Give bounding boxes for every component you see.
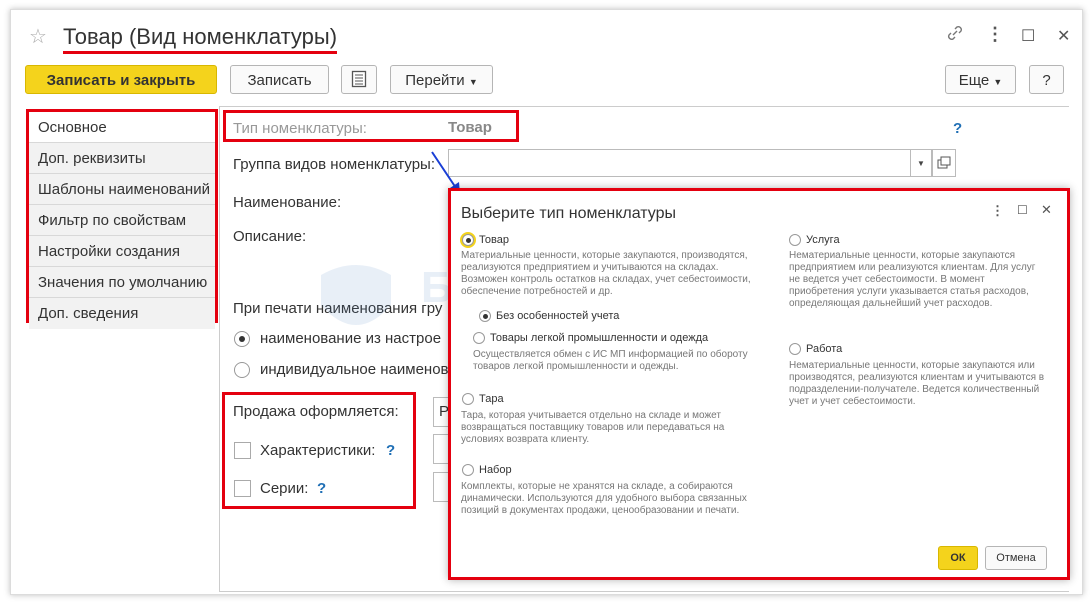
dialog-maximize-icon[interactable]: ☐ — [1017, 203, 1028, 217]
sidebar-item-defaults[interactable]: Значения по умолчанию — [29, 267, 215, 298]
work-label: Работа — [806, 343, 843, 355]
individual-name-radio[interactable] — [234, 362, 250, 378]
series-label: Серии: — [260, 480, 309, 497]
sidebar-item-extra-attributes[interactable]: Доп. реквизиты — [29, 143, 215, 174]
more-button[interactable]: Еще ▼ — [945, 65, 1016, 94]
sidebar: Основное Доп. реквизиты Шаблоны наименов… — [26, 109, 218, 329]
sidebar-item-property-filter[interactable]: Фильтр по свойствам — [29, 205, 215, 236]
group-label: Группа видов номенклатуры: — [233, 156, 436, 173]
print-name-label: При печати наименования гру — [233, 300, 443, 317]
no-special-accounting-label: Без особенностей учета — [496, 310, 620, 322]
chevron-down-icon: ▼ — [993, 77, 1003, 87]
main-window: ☆ Товар (Вид номенклатуры) ⋮ ☐ ✕ Записат… — [10, 9, 1083, 595]
group-open-button[interactable] — [932, 149, 956, 177]
light-industry-radio[interactable] — [473, 332, 485, 344]
group-dropdown-button[interactable]: ▼ — [910, 149, 932, 177]
kit-radio[interactable] — [462, 464, 474, 476]
maximize-icon[interactable]: ☐ — [1021, 26, 1035, 46]
work-description: Нематериальные ценности, которые закупаю… — [789, 360, 1045, 407]
type-label: Тип номенклатуры: — [233, 120, 367, 137]
description-label: Описание: — [233, 228, 307, 245]
goods-label: Товар — [479, 234, 509, 246]
dialog-close-icon[interactable]: ✕ — [1041, 202, 1052, 218]
work-radio[interactable] — [789, 343, 801, 355]
sidebar-item-main[interactable]: Основное — [29, 112, 215, 143]
group-input[interactable] — [448, 149, 911, 177]
goods-radio[interactable] — [462, 234, 474, 246]
light-industry-description: Осуществляется обмен с ИС МП информацией… — [473, 349, 748, 372]
chevron-down-icon: ▼ — [468, 77, 478, 87]
name-from-settings-label: наименование из настрое — [260, 330, 442, 347]
save-and-close-button[interactable]: Записать и закрыть — [25, 65, 217, 94]
service-description: Нематериальные ценности, которые закупаю… — [789, 250, 1036, 309]
container-label: Тара — [479, 393, 504, 405]
characteristics-help-link[interactable]: ? — [386, 442, 395, 459]
characteristics-label: Характеристики: — [260, 442, 376, 459]
sidebar-item-extra-info[interactable]: Доп. сведения — [29, 298, 215, 329]
open-window-icon — [937, 156, 951, 169]
goto-button[interactable]: Перейти ▼ — [390, 65, 493, 94]
type-value: Товар — [448, 119, 492, 136]
goods-description: Материальные ценности, которые закупаютс… — [461, 250, 751, 297]
cancel-button[interactable]: Отмена — [985, 546, 1047, 570]
service-radio[interactable] — [789, 234, 801, 246]
close-icon[interactable]: ✕ — [1057, 26, 1070, 46]
kit-label: Набор — [479, 464, 512, 476]
kit-description: Комплекты, которые не хранятся на складе… — [461, 481, 747, 516]
favorite-star-icon[interactable]: ☆ — [29, 24, 47, 49]
document-list-icon — [351, 70, 367, 88]
dialog-title: Выберите тип номенклатуры — [461, 205, 677, 222]
ok-button[interactable]: ОК — [938, 546, 978, 570]
link-icon[interactable] — [946, 24, 964, 47]
window-title: Товар (Вид номенклатуры) — [63, 23, 338, 54]
no-special-accounting-radio[interactable] — [479, 310, 491, 322]
characteristics-checkbox[interactable] — [234, 442, 251, 459]
light-industry-label: Товары легкой промышленности и одежда — [490, 332, 709, 344]
more-label: Еще — [958, 72, 990, 89]
report-button[interactable] — [341, 65, 377, 94]
series-checkbox[interactable] — [234, 480, 251, 497]
type-help-link[interactable]: ? — [953, 120, 962, 137]
service-label: Услуга — [806, 234, 840, 246]
goto-label: Перейти — [405, 72, 465, 89]
container-description: Тара, которая учитывается отдельно на ск… — [461, 410, 725, 445]
select-type-dialog: Выберите тип номенклатуры ⋮ ☐ ✕ Товар Ма… — [448, 188, 1070, 580]
individual-name-label: индивидуальное наименов — [260, 361, 449, 378]
help-button[interactable]: ? — [1029, 65, 1064, 94]
sidebar-item-creation-settings[interactable]: Настройки создания — [29, 236, 215, 267]
sale-label: Продажа оформляется: — [233, 403, 399, 420]
more-menu-icon[interactable]: ⋮ — [986, 24, 1004, 45]
save-button[interactable]: Записать — [230, 65, 329, 94]
dialog-more-icon[interactable]: ⋮ — [991, 203, 1004, 219]
name-label: Наименование: — [233, 194, 342, 211]
container-radio[interactable] — [462, 393, 474, 405]
series-help-link[interactable]: ? — [317, 480, 326, 497]
sidebar-item-name-templates[interactable]: Шаблоны наименований — [29, 174, 215, 205]
name-from-settings-radio[interactable] — [234, 331, 250, 347]
